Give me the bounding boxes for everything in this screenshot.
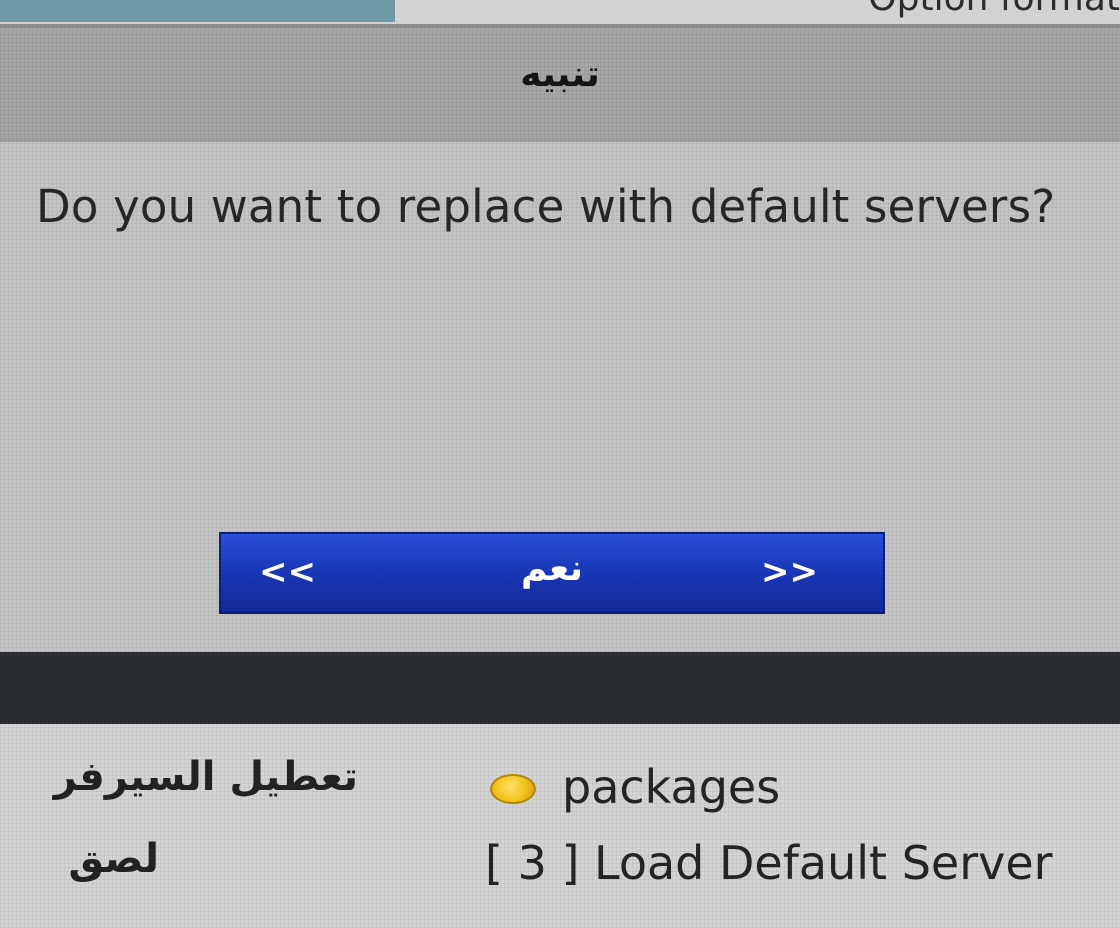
menu-item-label: [ 3 ] Load Default Server bbox=[485, 836, 1053, 890]
menu-item-label-ar: لصق bbox=[68, 836, 160, 882]
dialog-body: Do you want to replace with default serv… bbox=[0, 142, 1120, 652]
top-strip: Option format bbox=[0, 0, 1120, 24]
tv-screen: Option format تنبيه Do you want to repla… bbox=[0, 0, 1120, 928]
right-arrow-icon[interactable]: >> bbox=[761, 552, 818, 592]
menu-item-load-default-server[interactable]: [ 3 ] Load Default Server bbox=[485, 836, 1120, 906]
menu-item-paste[interactable]: لصق bbox=[0, 824, 165, 904]
top-cut-text: Option format bbox=[868, 0, 1120, 19]
dialog-header: تنبيه bbox=[0, 24, 1120, 142]
dialog-title: تنبيه bbox=[520, 54, 600, 95]
menu-item-disable-server[interactable]: تعطيل السيرفر bbox=[0, 744, 362, 824]
menu-item-packages[interactable]: packages bbox=[562, 760, 780, 814]
active-tab-accent bbox=[0, 0, 395, 22]
confirm-button-bar[interactable]: << نعم >> bbox=[219, 532, 885, 614]
status-dot-icon bbox=[490, 774, 536, 804]
menu-item-label-ar: تعطيل السيرفر bbox=[53, 754, 358, 800]
background-menu: تعطيل السيرفر packages لصق [ 3 ] Load De… bbox=[0, 724, 1120, 928]
dialog-bottom-border bbox=[0, 652, 1120, 724]
dialog-message: Do you want to replace with default serv… bbox=[36, 180, 1056, 233]
